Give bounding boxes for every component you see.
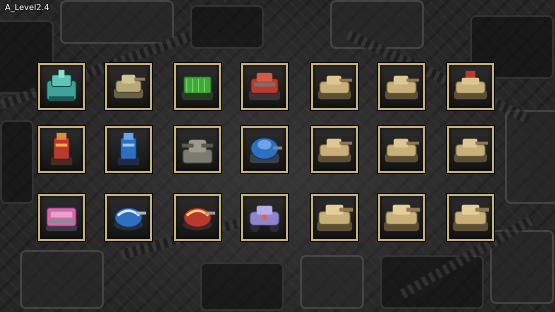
- turret-teal-icon: [46, 69, 77, 102]
- background-structure: [60, 0, 174, 44]
- tank-desert-icon: [384, 75, 420, 100]
- unit-slot[interactable]: [241, 126, 288, 173]
- tank-desert-icon: [384, 138, 420, 163]
- unit-slot[interactable]: [311, 126, 358, 173]
- unit-slot[interactable]: [311, 63, 358, 110]
- tank-desert-icon: [317, 138, 353, 163]
- tank-desert-icon: [453, 138, 489, 163]
- level-label: A_Level2.4: [5, 3, 50, 12]
- background-structure: [505, 110, 555, 204]
- bunker-gray-icon: [181, 139, 214, 164]
- unit-slot[interactable]: [241, 194, 288, 241]
- unit-slot[interactable]: [447, 126, 494, 173]
- unit-slot[interactable]: [105, 194, 152, 241]
- unit-slot[interactable]: [378, 126, 425, 173]
- unit-slot[interactable]: [174, 63, 221, 110]
- background-structure: [190, 5, 264, 49]
- truck-pink-icon: [45, 207, 78, 232]
- tank-red-armored-icon: [248, 72, 281, 101]
- background-structure: [300, 255, 364, 309]
- unit-slot[interactable]: [38, 194, 85, 241]
- unit-slot[interactable]: [105, 126, 152, 173]
- dome-blue-icon: [249, 137, 283, 164]
- tower-red-icon: [50, 132, 73, 166]
- unit-slot[interactable]: [174, 126, 221, 173]
- background-structure: [200, 262, 284, 311]
- tank-khaki-small-icon: [113, 74, 146, 99]
- pod-blue-icon: [113, 207, 147, 231]
- unit-slot[interactable]: [311, 194, 358, 241]
- background-structure: [20, 250, 104, 309]
- unit-slot[interactable]: [447, 63, 494, 110]
- unit-slot[interactable]: [378, 63, 425, 110]
- game-board-background: A_Level2.4: [0, 0, 555, 312]
- tank-green-launcher-icon: [181, 76, 214, 101]
- unit-slot[interactable]: [38, 63, 85, 110]
- rover-purple-icon: [249, 205, 280, 233]
- tank-desert-heavy-icon: [383, 204, 421, 232]
- background-structure: [0, 120, 34, 204]
- tank-desert-icon: [317, 75, 353, 100]
- unit-slot[interactable]: [38, 126, 85, 173]
- tank-desert-red-flag-icon: [453, 70, 488, 100]
- tower-blue-icon: [117, 132, 140, 166]
- unit-slot[interactable]: [241, 63, 288, 110]
- tank-desert-heavy-icon: [316, 204, 354, 232]
- unit-slot[interactable]: [174, 194, 221, 241]
- pod-red-icon: [182, 207, 216, 231]
- unit-slot[interactable]: [447, 194, 494, 241]
- unit-slot[interactable]: [105, 63, 152, 110]
- tank-desert-heavy-icon: [452, 204, 490, 232]
- unit-slot[interactable]: [378, 194, 425, 241]
